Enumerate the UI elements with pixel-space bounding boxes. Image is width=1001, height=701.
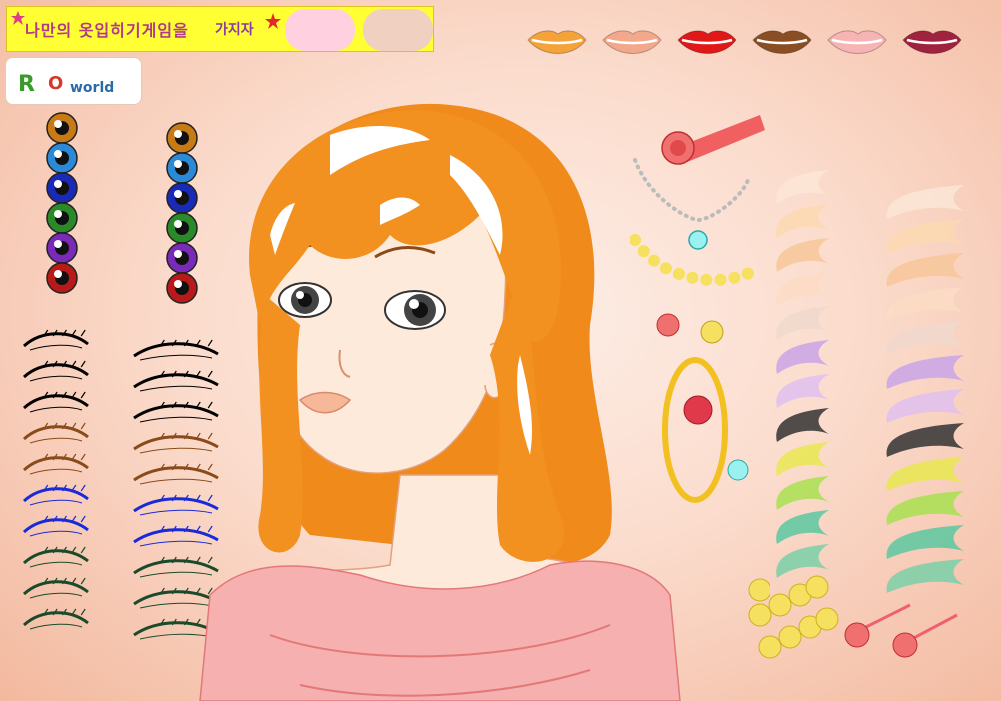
lip-swatch[interactable] xyxy=(902,30,962,54)
eyeliner-swatch[interactable] xyxy=(22,608,89,630)
eyeliner-swatch[interactable] xyxy=(22,329,89,351)
logo-world: world xyxy=(70,80,115,96)
pearl-necklace[interactable] xyxy=(633,158,750,250)
eyeshadow-swatch[interactable] xyxy=(886,525,964,559)
eyeliner-swatch[interactable] xyxy=(22,422,89,444)
eyeshadow-swatch[interactable] xyxy=(776,306,829,340)
eyeshadow-swatch[interactable] xyxy=(886,185,964,219)
star-icon xyxy=(265,13,281,29)
banner-girl-avatar xyxy=(285,9,355,51)
side-hair-left xyxy=(258,295,303,553)
eyeshadow-swatch[interactable] xyxy=(776,408,829,442)
eye-color-swatch[interactable] xyxy=(46,112,78,144)
lip-swatch[interactable] xyxy=(752,30,812,54)
ad-banner[interactable]: 나만의 옷입히기게임을 가지자 xyxy=(6,6,434,52)
eye-color-swatch[interactable] xyxy=(46,202,78,234)
rose-hairpin-2[interactable] xyxy=(892,613,958,658)
eye-color-swatch[interactable] xyxy=(46,142,78,174)
banner-text-2: 가지자 xyxy=(215,22,254,38)
logo-r: R xyxy=(18,72,35,97)
lips-palette xyxy=(520,18,980,68)
eyeshadow-swatch[interactable] xyxy=(886,253,964,287)
eyeliner-swatch[interactable] xyxy=(22,577,89,599)
hair-accessories-bottom xyxy=(748,575,958,659)
eyeshadow-swatch[interactable] xyxy=(886,321,964,355)
lip-swatch[interactable] xyxy=(527,30,587,54)
lip-swatch[interactable] xyxy=(602,30,662,54)
eyeliner-column-left xyxy=(20,320,92,640)
eyeliner-swatch[interactable] xyxy=(22,515,89,537)
eyeshadow-swatch[interactable] xyxy=(776,510,829,544)
eyeshadow-swatch[interactable] xyxy=(886,219,964,253)
eyeshadow-swatch[interactable] xyxy=(886,491,964,525)
eyeshadow-swatch[interactable] xyxy=(776,204,829,238)
banner-photo-avatar xyxy=(363,9,433,51)
eye-color-swatch[interactable] xyxy=(46,262,78,294)
roi-world-logo[interactable]: R O world xyxy=(5,57,142,105)
eyeshadow-swatch[interactable] xyxy=(886,389,964,423)
eyeliner-swatch[interactable] xyxy=(22,391,89,413)
lip-swatch[interactable] xyxy=(677,30,737,54)
lip-swatch[interactable] xyxy=(827,30,887,54)
eyeshadow-swatch[interactable] xyxy=(776,476,829,510)
eye-color-swatch[interactable] xyxy=(46,172,78,204)
left-eye xyxy=(278,282,332,318)
eyeshadow-swatch[interactable] xyxy=(776,272,829,306)
eyeliner-swatch[interactable] xyxy=(22,546,89,568)
eyeshadow-swatch[interactable] xyxy=(776,340,829,374)
eyeshadow-swatch[interactable] xyxy=(886,423,964,457)
eyeliner-swatch[interactable] xyxy=(22,484,89,506)
eyeshadow-column-left xyxy=(765,160,835,580)
eye-color-column-left xyxy=(40,112,84,298)
eyeliner-swatch[interactable] xyxy=(22,453,89,475)
rose-earring[interactable] xyxy=(656,313,680,337)
eyeshadow-swatch[interactable] xyxy=(776,238,829,272)
eyeshadow-swatch[interactable] xyxy=(886,457,964,491)
right-eye xyxy=(384,290,446,330)
teardrop-earring[interactable] xyxy=(727,459,749,481)
eyeshadow-column-right xyxy=(875,175,970,595)
eyeshadow-swatch[interactable] xyxy=(776,374,829,408)
eyeliner-swatch[interactable] xyxy=(22,360,89,382)
eyeshadow-swatch[interactable] xyxy=(776,442,829,476)
eyeshadow-swatch[interactable] xyxy=(886,355,964,389)
banner-text: 나만의 옷입히기게임을 xyxy=(25,21,189,40)
pearl-earring[interactable] xyxy=(700,320,724,344)
hair-clip-flower[interactable] xyxy=(661,115,765,165)
eye-color-swatch[interactable] xyxy=(46,232,78,264)
hoop-earring[interactable] xyxy=(662,357,728,503)
eyeshadow-swatch[interactable] xyxy=(776,544,829,578)
eyeshadow-swatch[interactable] xyxy=(886,287,964,321)
eyeshadow-swatch[interactable] xyxy=(776,170,829,204)
star-icon xyxy=(11,11,25,25)
logo-o: O xyxy=(48,73,64,94)
